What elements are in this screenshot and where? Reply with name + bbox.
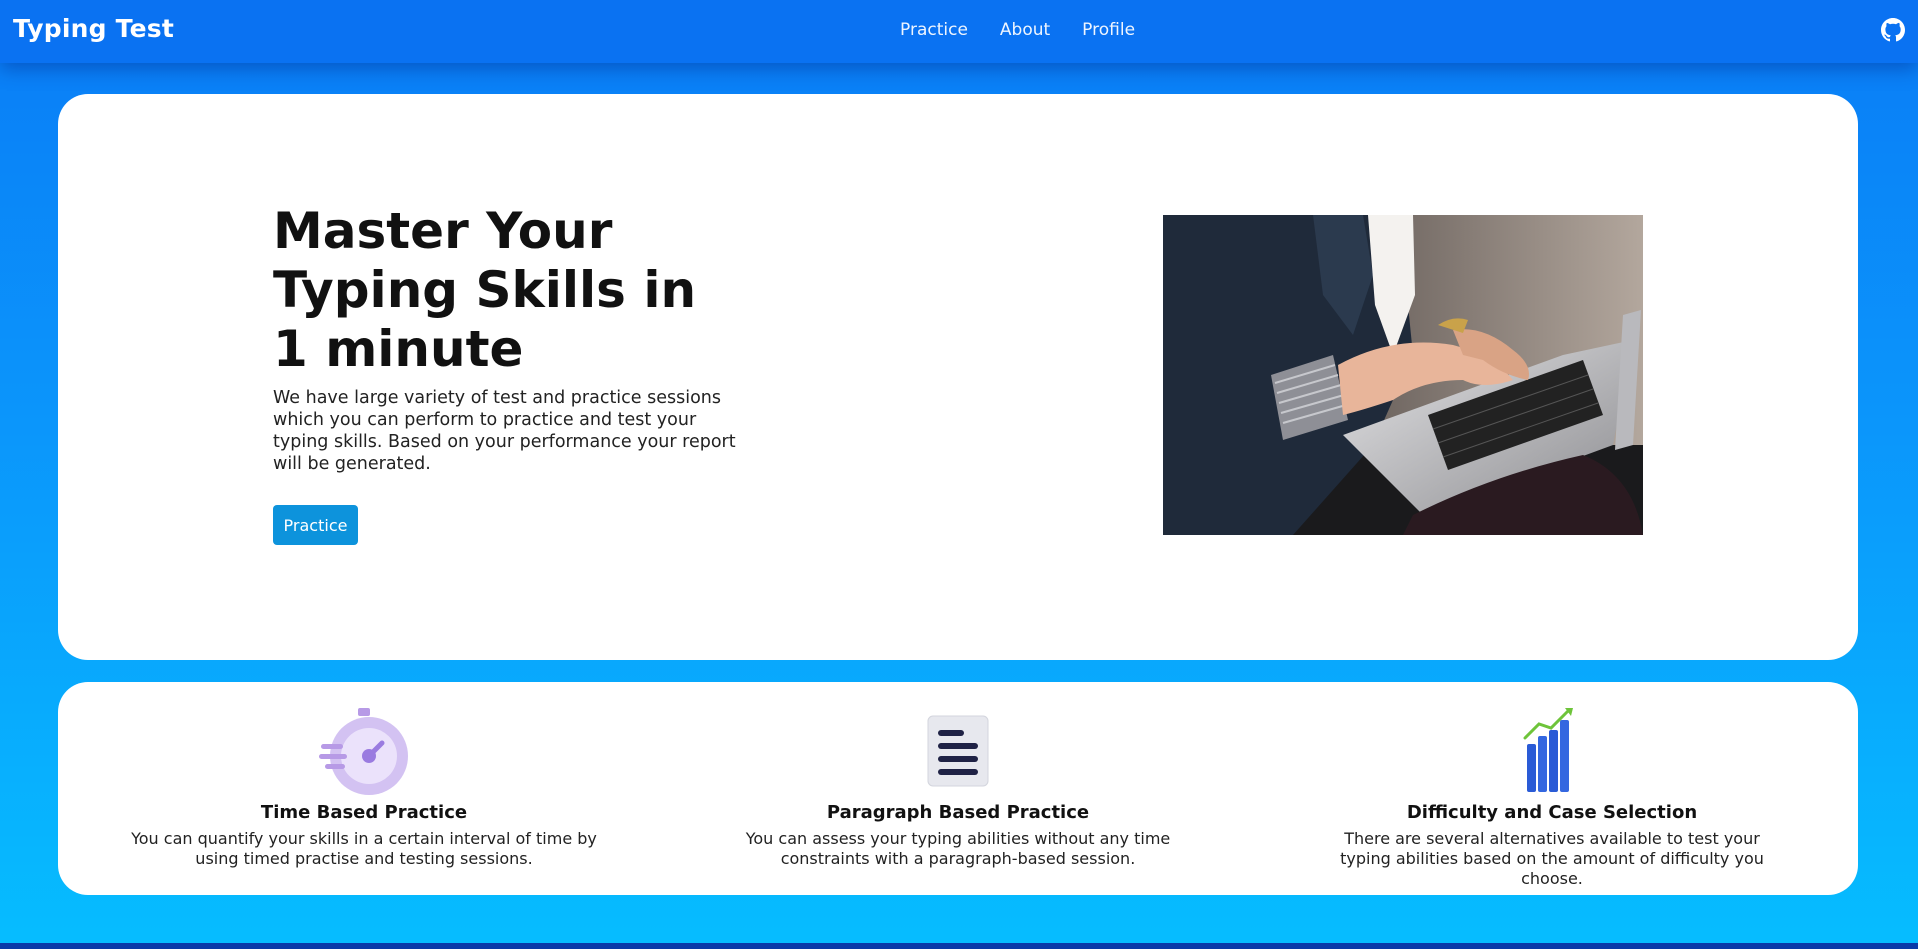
feature-title: Paragraph Based Practice	[826, 802, 1090, 823]
bar-chart-icon	[1523, 708, 1573, 792]
navbar: Typing Test Practice About Profile	[0, 0, 1918, 63]
brand-logo[interactable]: Typing Test	[13, 14, 174, 43]
footer-strip	[0, 943, 1918, 949]
feature-title: Time Based Practice	[260, 802, 468, 823]
nav-practice-link[interactable]: Practice	[900, 20, 968, 40]
feature-text: You can assess your typing abilities wit…	[745, 829, 1171, 868]
feature-text: There are several alternatives available…	[1340, 829, 1764, 888]
feature-text: You can quantify your skills in a certai…	[131, 829, 597, 868]
hero-description: We have large variety of test and practi…	[273, 388, 736, 474]
paragraph-icon	[927, 715, 989, 787]
stopwatch-icon	[319, 708, 408, 795]
nav-links: Practice About Profile	[900, 20, 1135, 40]
nav-profile-link[interactable]: Profile	[1082, 20, 1135, 40]
practice-button[interactable]: Practice	[273, 505, 358, 545]
nav-about-link[interactable]: About	[1000, 20, 1050, 40]
hero-image	[1163, 215, 1643, 535]
github-icon[interactable]	[1881, 18, 1905, 42]
feature-paragraph-based: Paragraph Based Practice You can assess …	[708, 706, 1208, 869]
feature-time-based: Time Based Practice You can quantify you…	[114, 706, 614, 869]
hero-title: Master Your Typing Skills in 1 minute	[273, 202, 697, 378]
hero-card: Master Your Typing Skills in 1 minute We…	[58, 94, 1858, 660]
feature-difficulty-selection: Difficulty and Case Selection There are …	[1302, 706, 1802, 889]
features-card: Time Based Practice You can quantify you…	[58, 682, 1858, 895]
feature-title: Difficulty and Case Selection	[1406, 802, 1698, 823]
